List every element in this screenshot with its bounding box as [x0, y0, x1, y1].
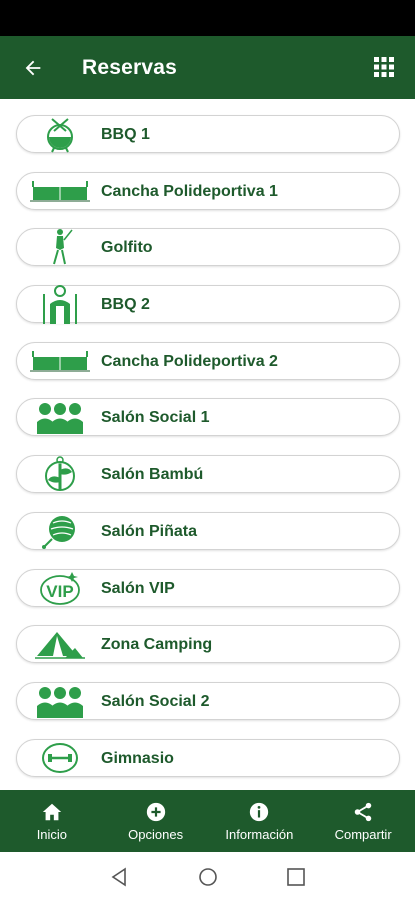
arrow-left-icon — [25, 60, 41, 75]
list-item-bbq-1[interactable]: BBQ 1 — [16, 115, 400, 153]
people-group-icon — [27, 681, 93, 721]
list-item-label: BBQ 1 — [101, 126, 150, 143]
list-item-label: Salón Bambú — [101, 466, 204, 484]
list-item-salon-social-1[interactable]: Salón Social 1 — [16, 397, 400, 437]
list-item-salon-social-2[interactable]: Salón Social 2 — [16, 681, 400, 721]
list-item-salon-pinata[interactable]: Salón Piñata — [16, 511, 400, 551]
nav-label: Opciones — [128, 826, 184, 842]
list-item-label: Salón Social 1 — [101, 409, 210, 427]
list-item-label: Salón Piñata — [101, 522, 198, 540]
list-item-gimnasio[interactable]: Gimnasio — [16, 738, 400, 778]
system-navigation-bar — [0, 852, 415, 900]
back-triangle-icon[interactable] — [108, 866, 130, 888]
share-icon — [354, 802, 372, 821]
list-item-label: Cancha Polideportiva 2 — [101, 352, 278, 370]
reservations-list: BBQ 1 Cancha Polideportiva 1 Golfito BBQ… — [16, 115, 400, 795]
page-title: Reservas — [82, 55, 178, 79]
home-icon — [42, 803, 62, 820]
list-item-zona-camping[interactable]: Zona Camping — [16, 624, 400, 664]
list-item-label: Gimnasio — [101, 749, 174, 767]
people-group-icon — [27, 397, 93, 437]
nav-compartir[interactable]: Compartir — [311, 790, 415, 852]
plus-circle-icon — [146, 802, 165, 821]
bottom-navigation: Inicio Opciones Información Compartir — [0, 790, 415, 852]
nav-label: Inicio — [36, 826, 68, 842]
bbq-grill-icon — [27, 114, 93, 154]
list-item-label: BBQ 2 — [101, 296, 150, 314]
grid-menu-button[interactable] — [373, 56, 395, 78]
chef-icon — [27, 284, 93, 325]
grid-icon — [374, 57, 394, 77]
list-item-label: Salón VIP — [101, 579, 175, 597]
app-bar: Reservas — [0, 36, 415, 99]
bamboo-icon — [27, 454, 93, 494]
list-item-cancha-polideportiva-1[interactable]: Cancha Polideportiva 1 — [16, 171, 400, 211]
list-item-golfito[interactable]: Golfito — [16, 227, 400, 267]
gym-icon — [27, 738, 93, 778]
tent-icon — [27, 624, 93, 664]
list-item-salon-vip[interactable]: VIP Salón VIP — [16, 568, 400, 608]
nav-label: Información — [225, 826, 294, 842]
nav-informacion[interactable]: Información — [208, 790, 312, 852]
golfer-icon — [27, 227, 93, 267]
vip-icon: VIP — [27, 568, 93, 608]
list-item-label: Zona Camping — [101, 636, 213, 654]
list-item-label: Golfito — [101, 239, 153, 257]
home-circle-icon[interactable] — [197, 866, 219, 888]
status-bar — [0, 0, 415, 36]
nav-inicio[interactable]: Inicio — [0, 790, 104, 852]
pinata-icon — [27, 511, 93, 551]
svg-text:VIP: VIP — [46, 582, 73, 601]
info-icon — [250, 802, 269, 821]
nav-opciones[interactable]: Opciones — [104, 790, 208, 852]
list-item-salon-bambu[interactable]: Salón Bambú — [16, 454, 400, 494]
back-button[interactable] — [18, 53, 48, 83]
sports-court-icon — [27, 171, 93, 211]
list-item-label: Salón Social 2 — [101, 692, 210, 710]
sports-court-icon — [27, 341, 93, 381]
nav-label: Compartir — [334, 826, 392, 842]
recents-square-icon[interactable] — [285, 866, 307, 888]
list-item-cancha-polideportiva-2[interactable]: Cancha Polideportiva 2 — [16, 341, 400, 381]
list-item-label: Cancha Polideportiva 1 — [101, 182, 278, 200]
list-item-bbq-2[interactable]: BBQ 2 — [16, 284, 400, 325]
